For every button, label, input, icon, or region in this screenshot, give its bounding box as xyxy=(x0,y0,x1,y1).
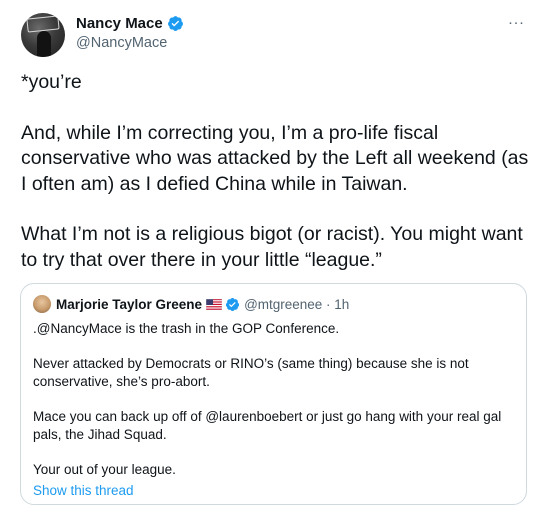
more-options-icon[interactable]: ··· xyxy=(508,14,525,31)
tweet-text: *you’re And, while I’m correcting you, I… xyxy=(21,70,536,273)
tweet-paragraph: *you’re xyxy=(21,71,82,93)
us-flag-icon xyxy=(206,298,223,310)
verified-badge-icon xyxy=(167,16,183,31)
quoted-author-name: Marjorie Taylor Greene xyxy=(56,296,203,312)
author-display-name[interactable]: Nancy Mace xyxy=(76,15,163,32)
quoted-paragraph: .@NancyMace is the trash in the GOP Conf… xyxy=(33,321,340,336)
show-thread-link[interactable]: Show this thread xyxy=(33,483,134,498)
quoted-paragraph: Never attacked by Democrats or RINO’s (s… xyxy=(33,356,469,389)
author-name-row: Nancy Mace xyxy=(76,15,184,32)
quoted-paragraph: Mace you can back up off of @laurenboebe… xyxy=(33,409,502,442)
quoted-author-avatar xyxy=(33,295,51,313)
tweet-paragraph: What I’m not is a religious bigot (or ra… xyxy=(21,223,523,271)
quoted-tweet[interactable]: Marjorie Taylor Greene @mtgreenee · 1h .… xyxy=(20,283,527,505)
author-handle[interactable]: @NancyMace xyxy=(76,35,167,51)
author-avatar[interactable] xyxy=(21,13,65,57)
quoted-tweet-text: .@NancyMace is the trash in the GOP Conf… xyxy=(33,320,513,479)
tweet-paragraph: And, while I’m correcting you, I’m a pro… xyxy=(21,121,529,195)
quoted-tweet-header: Marjorie Taylor Greene @mtgreenee · 1h xyxy=(33,295,349,313)
verified-badge-icon xyxy=(225,297,240,311)
quoted-author-handle-time: @mtgreenee · 1h xyxy=(244,296,350,312)
quoted-paragraph: Your out of your league. xyxy=(33,462,176,477)
avatar-figure xyxy=(37,31,51,57)
